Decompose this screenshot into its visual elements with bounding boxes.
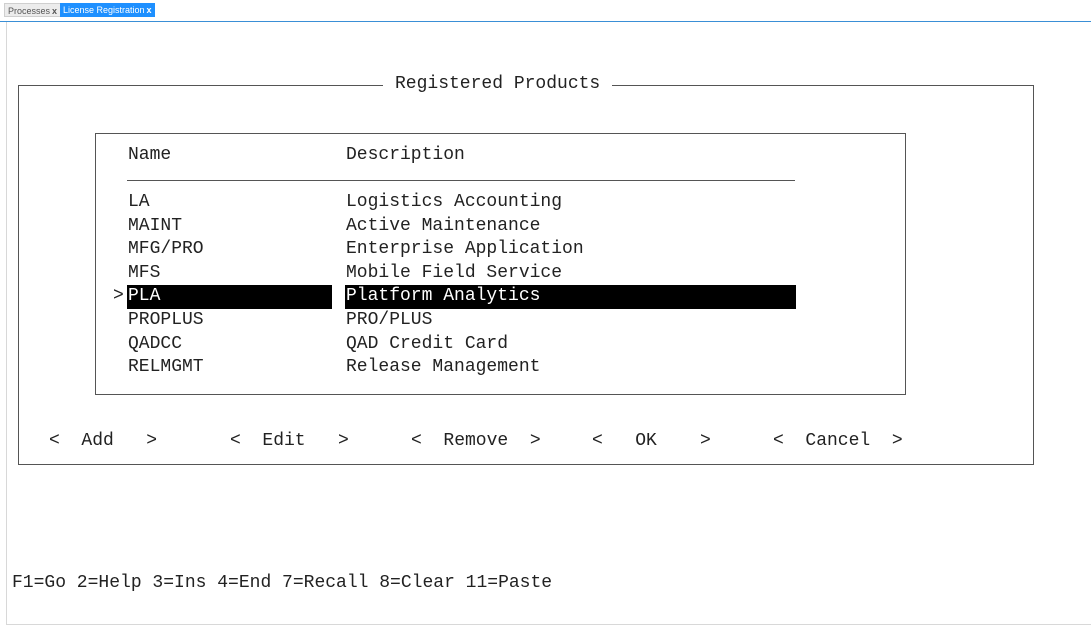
product-name: MFS [128, 262, 161, 283]
tab-license-registration-close-icon[interactable]: x [147, 5, 152, 15]
list-item[interactable]: MFG/PRO Enterprise Application [0, 238, 900, 262]
tab-processes-label: Processes [8, 6, 51, 16]
tab-license-registration-label: License Registration [63, 5, 145, 15]
list-item[interactable]: RELMGMT Release Management [0, 356, 900, 380]
product-name: MAINT [128, 215, 183, 236]
product-name: QADCC [128, 333, 183, 354]
product-description: Mobile Field Service [346, 262, 563, 283]
frame-title: Registered Products [383, 72, 613, 96]
cancel-button[interactable]: < Cancel > [773, 429, 903, 453]
list-item[interactable]: MFS Mobile Field Service [0, 262, 900, 286]
product-name: MFG/PRO [128, 239, 204, 260]
header-divider [127, 180, 795, 181]
list-item[interactable]: LA Logistics Accounting [0, 191, 900, 215]
tab-license-registration[interactable]: License Registration x [60, 3, 155, 17]
product-description: Platform Analytics [345, 285, 796, 309]
product-name: PROPLUS [128, 310, 204, 330]
tab-processes[interactable]: Processes x [4, 3, 62, 17]
function-key-legend: F1=Go 2=Help 3=Ins 4=End 7=Recall 8=Clea… [12, 573, 553, 593]
product-description: Logistics Accounting [346, 192, 563, 212]
product-name: LA [128, 192, 150, 212]
list-item-selected[interactable]: > PLA Platform Analytics [0, 285, 900, 309]
tab-strip: Processes x License Registration x [0, 0, 1091, 22]
product-description: QAD Credit Card [346, 333, 509, 354]
tab-processes-close-icon[interactable]: x [52, 6, 57, 16]
product-description: Active Maintenance [346, 215, 541, 236]
list-item[interactable]: MAINT Active Maintenance [0, 215, 900, 239]
add-button[interactable]: < Add > [49, 429, 157, 453]
edit-button[interactable]: < Edit > [230, 429, 349, 453]
product-description: Release Management [346, 357, 541, 378]
product-description: PRO/PLUS [346, 310, 433, 330]
product-description: Enterprise Application [346, 239, 584, 260]
product-name: PLA [127, 285, 332, 309]
list-item[interactable]: PROPLUS PRO/PLUS [0, 309, 900, 333]
column-header-description: Description [346, 145, 465, 165]
selection-marker: > [113, 286, 124, 307]
column-header-name: Name [128, 145, 172, 165]
list-item[interactable]: QADCC QAD Credit Card [0, 333, 900, 357]
product-name: RELMGMT [128, 357, 204, 378]
remove-button[interactable]: < Remove > [411, 429, 541, 453]
ok-button[interactable]: < OK > [592, 429, 711, 453]
